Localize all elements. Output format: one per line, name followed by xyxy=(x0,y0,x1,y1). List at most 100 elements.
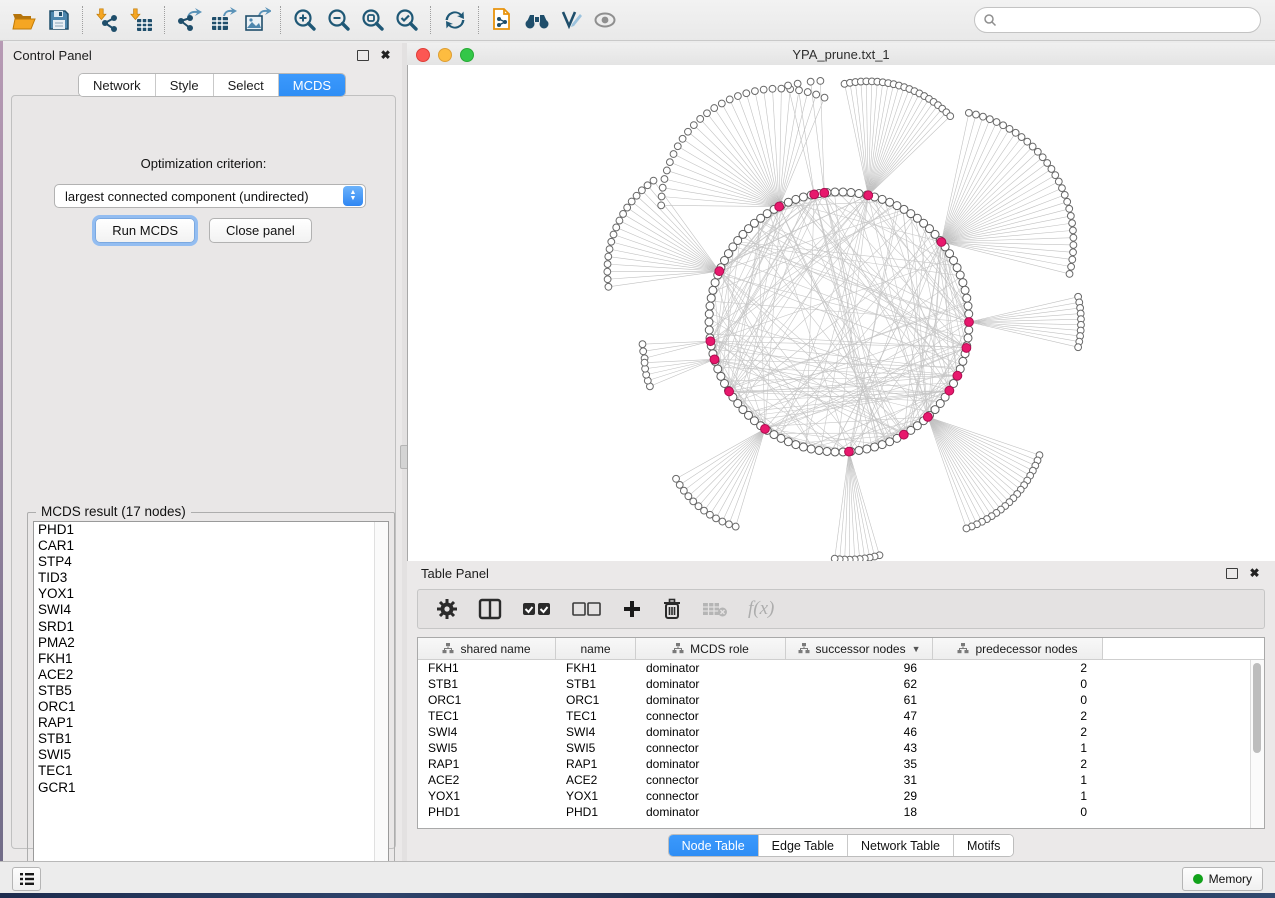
table-cell[interactable]: 0 xyxy=(933,693,1103,707)
search-field[interactable] xyxy=(974,7,1261,33)
table-cell[interactable]: dominator xyxy=(636,661,786,675)
import-network-icon[interactable] xyxy=(90,5,124,35)
table-cell[interactable]: ORC1 xyxy=(556,693,636,707)
tab-node-table[interactable]: Node Table xyxy=(669,835,759,856)
table-cell[interactable]: YOX1 xyxy=(556,789,636,803)
column-header-successor-nodes[interactable]: successor nodes ▼ xyxy=(786,638,933,659)
list-item[interactable]: SWI4 xyxy=(34,602,388,618)
list-item[interactable]: TID3 xyxy=(34,570,388,586)
zoom-selected-icon[interactable] xyxy=(390,5,424,35)
table-cell[interactable]: dominator xyxy=(636,805,786,819)
table-cell[interactable]: connector xyxy=(636,773,786,787)
list-item[interactable]: ORC1 xyxy=(34,699,388,715)
table-cell[interactable]: 1 xyxy=(933,773,1103,787)
table-cell[interactable]: ACE2 xyxy=(418,773,556,787)
search-input[interactable] xyxy=(997,12,1260,28)
table-cell[interactable]: FKH1 xyxy=(556,661,636,675)
table-cell[interactable]: SWI5 xyxy=(556,741,636,755)
column-header-shared-name[interactable]: shared name xyxy=(418,638,556,659)
task-history-button[interactable] xyxy=(12,867,41,891)
table-cell[interactable]: 61 xyxy=(786,693,933,707)
table-cell[interactable]: dominator xyxy=(636,677,786,691)
optimization-criterion-select[interactable]: largest connected component (undirected)… xyxy=(54,184,366,208)
table-row[interactable]: SWI5SWI5connector431 xyxy=(418,740,1251,756)
tab-network[interactable]: Network xyxy=(79,74,156,96)
select-all-icon[interactable] xyxy=(522,601,552,617)
list-item[interactable]: TEC1 xyxy=(34,763,388,779)
table-cell[interactable]: SWI5 xyxy=(418,741,556,755)
table-cell[interactable]: ORC1 xyxy=(418,693,556,707)
table-cell[interactable]: TEC1 xyxy=(556,709,636,723)
table-cell[interactable]: 0 xyxy=(933,677,1103,691)
delete-entry-trash-icon[interactable] xyxy=(662,598,682,620)
refresh-view-icon[interactable] xyxy=(438,5,472,35)
table-cell[interactable]: dominator xyxy=(636,725,786,739)
table-cell[interactable]: RAP1 xyxy=(418,757,556,771)
memory-button[interactable]: Memory xyxy=(1182,867,1263,891)
table-scrollbar[interactable] xyxy=(1250,660,1264,828)
table-cell[interactable]: connector xyxy=(636,789,786,803)
list-item[interactable]: SWI5 xyxy=(34,747,388,763)
close-panel-icon[interactable]: ✖ xyxy=(379,49,392,62)
list-item[interactable]: RAP1 xyxy=(34,715,388,731)
list-item[interactable]: STP4 xyxy=(34,554,388,570)
table-cell[interactable]: connector xyxy=(636,741,786,755)
share-document-icon[interactable] xyxy=(486,5,520,35)
float-panel-icon[interactable] xyxy=(356,49,369,62)
column-header-mcds-role[interactable]: MCDS role xyxy=(636,638,786,659)
table-cell[interactable]: 46 xyxy=(786,725,933,739)
table-cell[interactable]: 96 xyxy=(786,661,933,675)
table-cell[interactable]: dominator xyxy=(636,693,786,707)
export-image-icon[interactable] xyxy=(240,5,274,35)
list-item[interactable]: GCR1 xyxy=(34,780,388,796)
table-row[interactable]: ACE2ACE2connector311 xyxy=(418,772,1251,788)
table-cell[interactable]: 47 xyxy=(786,709,933,723)
table-row[interactable]: TEC1TEC1connector472 xyxy=(418,708,1251,724)
export-table-icon[interactable] xyxy=(206,5,240,35)
list-item[interactable]: YOX1 xyxy=(34,586,388,602)
list-item[interactable]: SRD1 xyxy=(34,619,388,635)
table-cell[interactable]: 43 xyxy=(786,741,933,755)
table-cell[interactable]: 0 xyxy=(933,805,1103,819)
list-item[interactable]: CAR1 xyxy=(34,538,388,554)
table-settings-gear-icon[interactable] xyxy=(436,598,458,620)
open-session-icon[interactable] xyxy=(8,5,42,35)
table-cell[interactable]: connector xyxy=(636,709,786,723)
table-cell[interactable]: dominator xyxy=(636,757,786,771)
column-header-name[interactable]: name xyxy=(556,638,636,659)
list-item[interactable]: ACE2 xyxy=(34,667,388,683)
table-cell[interactable]: 1 xyxy=(933,789,1103,803)
tab-network-table[interactable]: Network Table xyxy=(848,835,954,856)
list-item[interactable]: PMA2 xyxy=(34,635,388,651)
table-cell[interactable]: YOX1 xyxy=(418,789,556,803)
table-row[interactable]: PHD1PHD1dominator180 xyxy=(418,804,1251,820)
table-cell[interactable]: STB1 xyxy=(556,677,636,691)
table-cell[interactable]: RAP1 xyxy=(556,757,636,771)
table-row[interactable]: STB1STB1dominator620 xyxy=(418,676,1251,692)
run-mcds-button[interactable]: Run MCDS xyxy=(95,218,195,243)
table-row[interactable]: ORC1ORC1dominator610 xyxy=(418,692,1251,708)
list-item[interactable]: FKH1 xyxy=(34,651,388,667)
tab-mcds[interactable]: MCDS xyxy=(279,74,345,96)
table-cell[interactable]: 2 xyxy=(933,709,1103,723)
import-table-icon[interactable] xyxy=(124,5,158,35)
list-scrollbar[interactable] xyxy=(374,522,388,876)
window-maximize-icon[interactable] xyxy=(460,48,474,62)
tab-style[interactable]: Style xyxy=(156,74,214,96)
table-cell[interactable]: 1 xyxy=(933,741,1103,755)
table-cell[interactable]: PHD1 xyxy=(556,805,636,819)
window-minimize-icon[interactable] xyxy=(438,48,452,62)
list-item[interactable]: STB5 xyxy=(34,683,388,699)
table-cell[interactable]: SWI4 xyxy=(418,725,556,739)
network-window-titlebar[interactable]: YPA_prune.txt_1 xyxy=(407,43,1275,66)
table-cell[interactable]: 35 xyxy=(786,757,933,771)
zoom-fit-icon[interactable] xyxy=(356,5,390,35)
scrollbar-thumb[interactable] xyxy=(1253,663,1261,753)
table-cell[interactable]: SWI4 xyxy=(556,725,636,739)
table-row[interactable]: RAP1RAP1dominator352 xyxy=(418,756,1251,772)
tab-edge-table[interactable]: Edge Table xyxy=(759,835,848,856)
table-cell[interactable]: 2 xyxy=(933,661,1103,675)
table-cell[interactable]: 2 xyxy=(933,725,1103,739)
list-item[interactable]: PHD1 xyxy=(34,522,388,538)
table-cell[interactable]: 18 xyxy=(786,805,933,819)
